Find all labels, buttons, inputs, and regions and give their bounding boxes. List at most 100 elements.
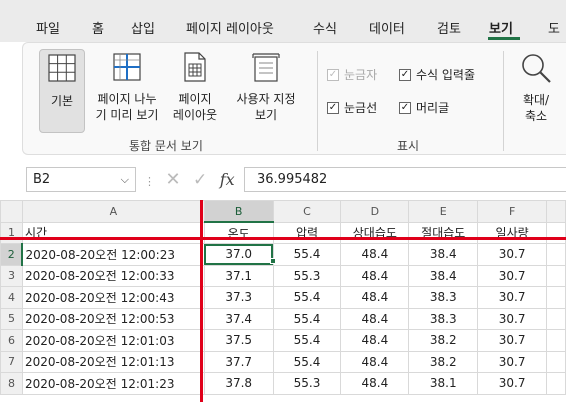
enter-icon[interactable]: ✓: [193, 170, 207, 190]
empty-cell[interactable]: [546, 286, 566, 309]
absolute-humidity-cell[interactable]: 38.3: [408, 307, 479, 330]
empty-cell[interactable]: [546, 243, 566, 266]
zoom-button[interactable]: 확대/ 축소: [511, 49, 561, 133]
formula-input[interactable]: 36.995482: [244, 167, 566, 192]
tab-file[interactable]: 파일: [36, 18, 60, 37]
page-break-preview-button[interactable]: 페이지 나누 기 미리 보기: [89, 49, 165, 133]
time-cell[interactable]: 2020-08-20오전 12:01:03: [21, 329, 205, 352]
relative-humidity-cell[interactable]: 48.4: [340, 350, 410, 373]
more-options-icon[interactable]: ⋮: [144, 175, 155, 188]
absolute-humidity-cell[interactable]: 38.3: [408, 286, 479, 309]
temperature-cell[interactable]: 37.3: [203, 286, 274, 309]
time-cell[interactable]: 2020-08-20오전 12:00:33: [21, 264, 205, 287]
empty-cell[interactable]: [546, 350, 566, 373]
solar-radiation-cell[interactable]: 30.7: [477, 243, 548, 266]
temperature-cell[interactable]: 37.8: [203, 372, 274, 395]
empty-cell[interactable]: [546, 329, 566, 352]
time-cell[interactable]: 2020-08-20오전 12:00:23: [21, 243, 205, 266]
header-cell-time[interactable]: 시간: [21, 221, 205, 244]
empty-cell[interactable]: [546, 307, 566, 330]
column-header-e[interactable]: E: [408, 200, 479, 223]
absolute-humidity-cell[interactable]: 38.2: [408, 329, 479, 352]
solar-radiation-cell[interactable]: 30.7: [477, 350, 548, 373]
fill-handle[interactable]: [270, 258, 276, 264]
solar-radiation-cell[interactable]: 30.7: [477, 286, 548, 309]
time-cell[interactable]: 2020-08-20오전 12:01:23: [21, 372, 205, 395]
column-header-d[interactable]: D: [340, 200, 410, 223]
header-cell-relative-humidity[interactable]: 상대습도: [340, 221, 410, 244]
relative-humidity-cell[interactable]: 48.4: [340, 264, 410, 287]
row-header[interactable]: 4: [0, 286, 23, 309]
solar-radiation-cell[interactable]: 30.7: [477, 307, 548, 330]
tab-page-layout[interactable]: 페이지 레이아웃: [186, 18, 274, 37]
temperature-cell[interactable]: 37.7: [203, 350, 274, 373]
pressure-cell[interactable]: 55.4: [272, 329, 342, 352]
tab-review[interactable]: 검토: [437, 18, 461, 37]
cancel-icon[interactable]: ✕: [165, 169, 180, 190]
temperature-cell[interactable]: 37.4: [203, 307, 274, 330]
relative-humidity-cell[interactable]: 48.4: [340, 307, 410, 330]
name-box[interactable]: B2 ⌵: [26, 167, 136, 192]
absolute-humidity-cell[interactable]: 38.1: [408, 372, 479, 395]
time-cell[interactable]: 2020-08-20오전 12:01:13: [21, 350, 205, 373]
temperature-cell[interactable]: 37.1: [203, 264, 274, 287]
custom-views-button[interactable]: 사용자 지정 보기: [227, 49, 305, 133]
solar-radiation-cell[interactable]: 30.7: [477, 372, 548, 395]
relative-humidity-cell[interactable]: 48.4: [340, 243, 410, 266]
row-header[interactable]: 2: [0, 243, 24, 266]
column-header-c[interactable]: C: [272, 200, 342, 223]
empty-cell[interactable]: [546, 372, 566, 395]
ruler-checkbox[interactable]: ✓ 눈금자: [327, 66, 377, 83]
time-cell[interactable]: 2020-08-20오전 12:00:53: [21, 307, 205, 330]
select-all-corner[interactable]: [0, 200, 23, 223]
page-layout-label-1: 페이지: [178, 92, 212, 106]
time-cell[interactable]: 2020-08-20오전 12:00:43: [21, 286, 205, 309]
relative-humidity-cell[interactable]: 48.4: [340, 286, 410, 309]
column-header-f[interactable]: F: [477, 200, 548, 223]
pressure-cell[interactable]: 55.4: [272, 350, 342, 373]
page-layout-button[interactable]: 페이지 레이아웃: [169, 49, 221, 133]
solar-radiation-cell[interactable]: 30.7: [477, 264, 548, 287]
pressure-cell[interactable]: 55.3: [272, 264, 342, 287]
row-header[interactable]: 6: [0, 329, 23, 352]
insert-function-icon[interactable]: fx: [220, 170, 235, 189]
column-header-g[interactable]: [546, 200, 566, 223]
relative-humidity-cell[interactable]: 48.4: [340, 372, 410, 395]
row-header[interactable]: 5: [0, 307, 23, 330]
relative-humidity-cell[interactable]: 48.4: [340, 329, 410, 352]
absolute-humidity-cell[interactable]: 38.4: [408, 264, 479, 287]
workbook-views-group-label: 통합 문서 보기: [129, 139, 203, 153]
tab-data[interactable]: 데이터: [369, 18, 405, 37]
active-cell[interactable]: 37.0: [203, 243, 274, 266]
empty-cell[interactable]: [546, 221, 566, 244]
tab-more[interactable]: 도: [548, 18, 560, 37]
gridlines-checkbox[interactable]: ✓ 눈금선: [327, 99, 377, 116]
tab-view[interactable]: 보기: [489, 18, 513, 37]
row-header[interactable]: 3: [0, 264, 23, 287]
tab-insert[interactable]: 삽입: [131, 18, 155, 37]
tab-home[interactable]: 홈: [92, 18, 104, 37]
row-header[interactable]: 8: [0, 372, 23, 395]
pressure-cell[interactable]: 55.3: [272, 372, 342, 395]
header-cell-temperature[interactable]: 온도: [203, 221, 274, 244]
empty-cell[interactable]: [546, 264, 566, 287]
header-cell-absolute-humidity[interactable]: 절대습도: [408, 221, 479, 244]
row-header[interactable]: 1: [0, 221, 23, 244]
temperature-cell[interactable]: 37.5: [203, 329, 274, 352]
column-header-a[interactable]: A: [21, 200, 205, 223]
header-cell-pressure[interactable]: 압력: [272, 221, 342, 244]
pressure-cell[interactable]: 55.4: [272, 243, 342, 266]
absolute-humidity-cell[interactable]: 38.2: [408, 350, 479, 373]
tab-formulas[interactable]: 수식: [313, 18, 337, 37]
formula-bar-checkbox[interactable]: ✓ 수식 입력줄: [399, 66, 475, 83]
solar-radiation-cell[interactable]: 30.7: [477, 329, 548, 352]
header-cell-solar-radiation[interactable]: 일사량: [477, 221, 548, 244]
chevron-down-icon[interactable]: ⌵: [121, 168, 129, 191]
column-header-b[interactable]: B: [203, 200, 274, 223]
pressure-cell[interactable]: 55.4: [272, 307, 342, 330]
absolute-humidity-cell[interactable]: 38.4: [408, 243, 479, 266]
pressure-cell[interactable]: 55.4: [272, 286, 342, 309]
row-header[interactable]: 7: [0, 350, 23, 373]
normal-view-button[interactable]: 기본: [39, 49, 85, 133]
headings-checkbox[interactable]: ✓ 머리글: [399, 99, 449, 116]
